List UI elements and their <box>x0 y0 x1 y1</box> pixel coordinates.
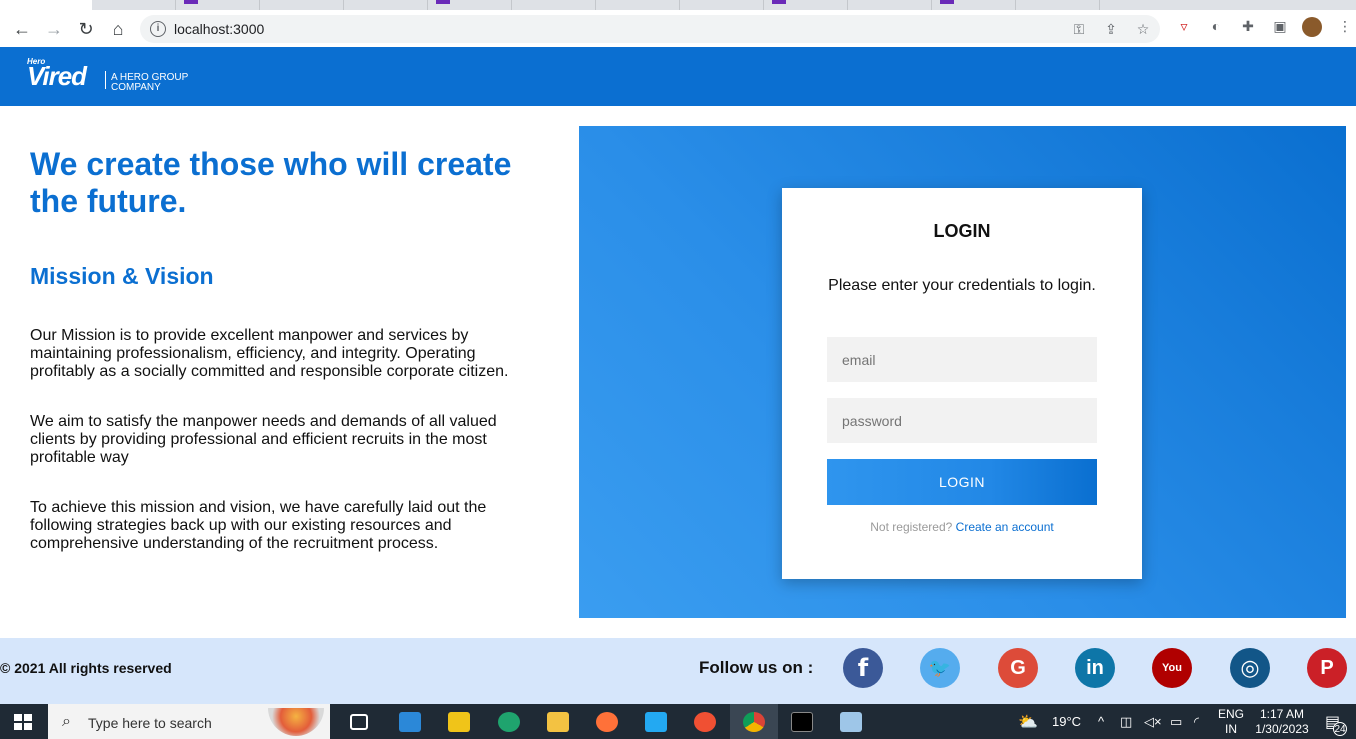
notification-center-icon[interactable]: ▤ 24 <box>1325 712 1347 736</box>
task-view-icon[interactable] <box>350 714 368 730</box>
forward-arrow-icon[interactable]: → <box>42 17 66 41</box>
search-icon: ⌕ <box>62 713 71 730</box>
profile-avatar[interactable] <box>1302 17 1322 37</box>
browser-toolbar: ← → ↻ ⌂ i localhost:3000 ⚿ ⇪ ☆ ▿ ◐ ✚ ▣ ⋮ <box>0 10 1356 47</box>
mission-paragraph: We aim to satisfy the manpower needs and… <box>30 413 497 466</box>
weather-cloud-icon[interactable]: ⛅ <box>1018 712 1038 732</box>
windows-taskbar: ⌕ Type here to search ⛅ 19°C ^ ◫ ◁× ▭ ◜ … <box>0 704 1356 739</box>
twitter-icon[interactable]: 🐦 <box>920 648 960 688</box>
logo-divider <box>105 71 106 89</box>
login-title: LOGIN <box>933 221 991 241</box>
taskbar-search-placeholder: Type here to search <box>88 715 212 731</box>
battery-icon[interactable]: ▭ <box>1170 714 1182 730</box>
address-bar[interactable]: i localhost:3000 ⚿ ⇪ ☆ <box>140 15 1160 43</box>
chrome-icon[interactable] <box>743 712 765 732</box>
site-header: Hero Vired A HERO GROUP COMPANY <box>0 47 1356 106</box>
browser-tab[interactable] <box>848 0 932 10</box>
star-icon[interactable]: ☆ <box>1134 20 1152 38</box>
google-icon[interactable]: G <box>998 648 1038 688</box>
home-icon[interactable]: ⌂ <box>106 17 130 41</box>
terminal-icon[interactable] <box>791 712 813 732</box>
tab-favicon-icon <box>772 0 786 4</box>
back-arrow-icon[interactable]: ← <box>10 17 34 41</box>
vscode-icon[interactable] <box>645 712 667 732</box>
tab-favicon-icon <box>436 0 450 4</box>
mission-vision-heading: Mission & Vision <box>30 263 214 289</box>
mail-icon[interactable] <box>399 712 421 732</box>
tab-favicon-icon <box>940 0 954 4</box>
site-info-icon[interactable]: i <box>150 21 166 37</box>
region-code: IN <box>1225 722 1237 736</box>
browser-tab[interactable] <box>932 0 1016 10</box>
browser-tab[interactable] <box>92 0 176 10</box>
taskbar-clock[interactable]: 1:17 AM 1/30/2023 <box>1252 707 1312 737</box>
follow-us-label: Follow us on : <box>699 658 814 677</box>
password-input[interactable] <box>827 398 1097 443</box>
mission-paragraph: Our Mission is to provide excellent manp… <box>30 327 509 380</box>
linkedin-icon[interactable]: in <box>1075 648 1115 688</box>
browser-tab[interactable] <box>428 0 512 10</box>
temperature-text[interactable]: 19°C <box>1052 714 1081 729</box>
browser-tab[interactable] <box>344 0 428 10</box>
postman-icon[interactable] <box>694 712 716 732</box>
firefox-icon[interactable] <box>596 712 618 732</box>
logo-vired-text: Vired <box>27 61 87 91</box>
tray-app-icon[interactable]: ◫ <box>1120 714 1132 730</box>
login-hero-panel: LOGIN Please enter your credentials to l… <box>579 126 1346 618</box>
youtube-icon[interactable]: You <box>1152 648 1192 688</box>
browser-tab[interactable] <box>764 0 848 10</box>
browser-tab[interactable] <box>1016 0 1100 10</box>
share-icon[interactable]: ⇪ <box>1102 20 1120 38</box>
email-input[interactable] <box>827 337 1097 382</box>
register-prompt: Not registered? Create an account <box>782 520 1142 534</box>
create-account-link[interactable]: Create an account <box>956 520 1054 534</box>
mission-paragraph: To achieve this mission and vision, we h… <box>30 499 487 552</box>
puzzle-icon[interactable]: ✚ <box>1239 17 1257 35</box>
clock-date: 1/30/2023 <box>1255 722 1309 736</box>
store-icon[interactable] <box>448 712 470 732</box>
side-panel-icon[interactable]: ▣ <box>1271 17 1289 35</box>
register-prompt-text: Not registered? <box>870 520 953 534</box>
login-card: LOGIN Please enter your credentials to l… <box>782 188 1142 579</box>
key-icon[interactable]: ⚿ <box>1070 20 1088 38</box>
edge-icon[interactable] <box>498 712 520 732</box>
browser-tab[interactable] <box>260 0 344 10</box>
browser-tab-strip <box>0 0 1356 10</box>
search-highlight-image <box>268 708 324 736</box>
windows-start-icon[interactable] <box>14 714 32 730</box>
pinterest-icon[interactable]: P <box>1307 648 1347 688</box>
tray-chevron-up-icon[interactable]: ^ <box>1098 714 1104 729</box>
wifi-icon[interactable]: ◜ <box>1194 714 1199 730</box>
reload-icon[interactable]: ↻ <box>74 17 98 41</box>
browser-tab[interactable] <box>176 0 260 10</box>
file-explorer-icon[interactable] <box>547 712 569 732</box>
page-headline: We create those who will create the futu… <box>30 146 512 219</box>
browser-tab-active[interactable] <box>0 0 92 10</box>
facebook-icon[interactable]: f <box>843 648 883 688</box>
compass-icon[interactable]: ◐ <box>1207 17 1225 35</box>
taskbar-search-box[interactable]: ⌕ Type here to search <box>48 704 330 739</box>
notepad-icon[interactable] <box>840 712 862 732</box>
browser-tab[interactable] <box>596 0 680 10</box>
extension-shield-icon[interactable]: ▿ <box>1175 17 1193 35</box>
browser-tab[interactable] <box>512 0 596 10</box>
tab-favicon-icon <box>184 0 198 4</box>
copyright-text: © 2021 All rights reserved <box>0 660 172 676</box>
logo-tagline-line-2: COMPANY <box>111 82 161 93</box>
mission-section: We create those who will create the futu… <box>30 146 530 552</box>
language-code: ENG <box>1217 707 1244 721</box>
login-description: Please enter your credentials to login. <box>828 277 1096 294</box>
address-url[interactable]: localhost:3000 <box>174 21 264 37</box>
browser-tab[interactable] <box>680 0 764 10</box>
volume-muted-icon[interactable]: ◁× <box>1144 714 1162 730</box>
language-indicator[interactable]: ENG IN <box>1214 707 1248 737</box>
logo-tagline: A HERO GROUP COMPANY <box>111 73 221 93</box>
site-footer: © 2021 All rights reserved Follow us on … <box>0 638 1356 704</box>
clock-time: 1:17 AM <box>1259 707 1305 721</box>
menu-kebab-icon[interactable]: ⋮ <box>1336 17 1354 35</box>
instagram-icon[interactable]: ◎ <box>1230 648 1270 688</box>
login-button[interactable]: LOGIN <box>827 459 1097 505</box>
notification-count-badge: 24 <box>1333 722 1347 736</box>
